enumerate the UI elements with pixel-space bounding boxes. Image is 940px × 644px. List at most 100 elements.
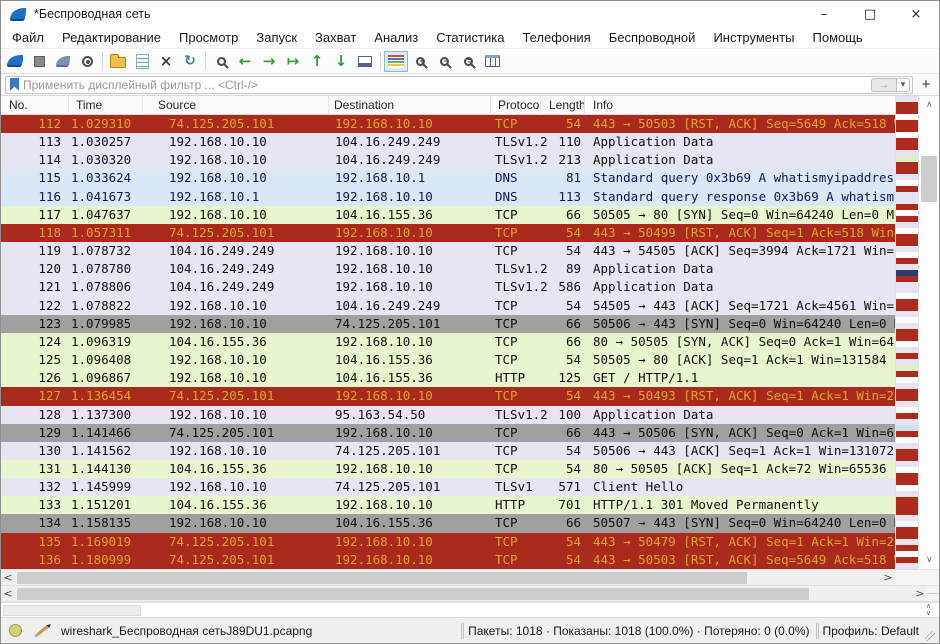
packet-row[interactable]: 1151.033624192.168.10.10192.168.10.1DNS8… bbox=[1, 169, 895, 187]
go-back-icon[interactable]: ← bbox=[233, 50, 257, 73]
vertical-scroll-thumb[interactable] bbox=[921, 156, 937, 202]
column-header-no[interactable]: No. bbox=[1, 96, 69, 114]
display-filter-input[interactable] bbox=[23, 78, 871, 92]
find-packet-icon[interactable] bbox=[209, 50, 233, 73]
packet-row[interactable]: 1331.151201104.16.155.36192.168.10.10HTT… bbox=[1, 496, 895, 514]
maximize-button[interactable]: □ bbox=[847, 1, 893, 27]
go-to-bottom-icon[interactable]: ↓ bbox=[329, 50, 353, 73]
scroll-right-icon[interactable]: > bbox=[913, 586, 927, 601]
menu-item-telephony[interactable]: Телефония bbox=[513, 30, 599, 45]
packet-row[interactable]: 1241.096319104.16.155.36192.168.10.10TCP… bbox=[1, 333, 895, 351]
stop-capture-icon[interactable] bbox=[27, 50, 51, 73]
packet-row[interactable]: 1261.096867192.168.10.10104.16.155.36HTT… bbox=[1, 369, 895, 387]
cell-len: 66 bbox=[541, 514, 585, 532]
close-file-icon[interactable]: × bbox=[154, 50, 178, 73]
profile-selector[interactable]: Профиль: Default bbox=[823, 624, 920, 638]
cell-proto: TCP bbox=[491, 442, 541, 460]
cell-no: 133 bbox=[1, 496, 69, 514]
menu-item-go[interactable]: Запуск bbox=[247, 30, 306, 45]
hscroll-thumb-2[interactable] bbox=[17, 588, 809, 600]
apply-filter-button[interactable]: → bbox=[871, 78, 897, 92]
packet-row[interactable]: 1131.030257192.168.10.10104.16.249.249TL… bbox=[1, 133, 895, 151]
add-filter-button[interactable]: + bbox=[917, 76, 935, 93]
scroll-down-icon[interactable]: ∨ bbox=[919, 553, 939, 567]
mini-down-icon[interactable]: ∨ bbox=[926, 610, 931, 617]
packet-row[interactable]: 1281.137300192.168.10.1095.163.54.50TLSv… bbox=[1, 406, 895, 424]
packet-row[interactable]: 1361.18099974.125.205.101192.168.10.10TC… bbox=[1, 551, 895, 569]
packet-row[interactable]: 1221.078822192.168.10.10104.16.249.249TC… bbox=[1, 297, 895, 315]
cell-info: 50506 → 443 [SYN] Seq=0 Win=64240 Len=0 … bbox=[585, 315, 895, 333]
column-header-destination[interactable]: Destination bbox=[329, 96, 491, 114]
resize-grip[interactable] bbox=[925, 631, 935, 641]
start-capture-icon[interactable] bbox=[3, 50, 27, 73]
packet-row[interactable]: 1251.096408192.168.10.10104.16.155.36TCP… bbox=[1, 351, 895, 369]
menu-item-help[interactable]: Помощь bbox=[804, 30, 872, 45]
menu-item-view[interactable]: Просмотр bbox=[170, 30, 247, 45]
zoom-out-icon[interactable] bbox=[432, 50, 456, 73]
filter-bookmark-icon[interactable] bbox=[10, 78, 19, 91]
packet-row[interactable]: 1231.079985192.168.10.1074.125.205.101TC… bbox=[1, 315, 895, 333]
cell-time: 1.079985 bbox=[69, 315, 143, 333]
packet-list-hscrollbar[interactable]: < > bbox=[1, 570, 895, 585]
packet-row[interactable]: 1311.144130104.16.155.36192.168.10.10TCP… bbox=[1, 460, 895, 478]
packet-minimap[interactable] bbox=[895, 96, 918, 569]
packet-row[interactable]: 1171.047637192.168.10.10104.16.155.36TCP… bbox=[1, 206, 895, 224]
save-file-icon[interactable] bbox=[130, 50, 154, 73]
packet-row[interactable]: 1301.141562192.168.10.1074.125.205.101TC… bbox=[1, 442, 895, 460]
go-to-packet-icon[interactable]: ↦ bbox=[281, 50, 305, 73]
collapsed-pane-scrollbar[interactable]: ∧ ∨ bbox=[1, 602, 939, 617]
go-forward-icon[interactable]: → bbox=[257, 50, 281, 73]
packet-row[interactable]: 1141.030320192.168.10.10104.16.249.249TL… bbox=[1, 151, 895, 169]
hscroll-thumb-3[interactable] bbox=[3, 605, 141, 616]
open-file-icon[interactable] bbox=[106, 50, 130, 73]
restart-capture-icon[interactable] bbox=[51, 50, 75, 73]
vertical-scrollbar[interactable]: ∧ ∨ bbox=[918, 96, 939, 569]
column-header-length[interactable]: Length bbox=[541, 96, 585, 114]
capture-comment-icon[interactable] bbox=[37, 625, 49, 636]
filter-dropdown-caret-icon[interactable]: ▾ bbox=[897, 78, 910, 92]
cell-proto: TCP bbox=[491, 460, 541, 478]
detail-pane-hscrollbar[interactable]: < > bbox=[1, 586, 927, 601]
column-header-info[interactable]: Info bbox=[585, 96, 895, 114]
packet-row[interactable]: 1321.145999192.168.10.1074.125.205.101TL… bbox=[1, 478, 895, 496]
mini-scroll-arrows[interactable]: ∧ ∨ bbox=[926, 603, 931, 617]
menu-item-capture[interactable]: Захват bbox=[306, 30, 365, 45]
packet-row[interactable]: 1341.158135192.168.10.10104.16.155.36TCP… bbox=[1, 514, 895, 532]
zoom-in-icon[interactable] bbox=[408, 50, 432, 73]
menu-item-edit[interactable]: Редактирование bbox=[53, 30, 170, 45]
scroll-left-icon[interactable]: < bbox=[1, 570, 15, 585]
close-button[interactable]: × bbox=[893, 1, 939, 27]
auto-scroll-icon[interactable] bbox=[353, 50, 377, 73]
expert-info-icon[interactable] bbox=[9, 624, 22, 637]
menu-item-analyze[interactable]: Анализ bbox=[365, 30, 427, 45]
packet-row[interactable]: 1181.05731174.125.205.101192.168.10.10TC… bbox=[1, 224, 895, 242]
packet-row[interactable]: 1211.078806104.16.249.249192.168.10.10TL… bbox=[1, 278, 895, 296]
menu-item-file[interactable]: Файл bbox=[3, 30, 53, 45]
packet-row[interactable]: 1291.14146674.125.205.101192.168.10.10TC… bbox=[1, 424, 895, 442]
go-to-top-icon[interactable]: ↑ bbox=[305, 50, 329, 73]
colorize-icon[interactable] bbox=[384, 50, 408, 73]
column-header-time[interactable]: Time bbox=[69, 96, 143, 114]
menu-item-wireless[interactable]: Беспроводной bbox=[600, 30, 705, 45]
packet-row[interactable]: 1191.078732104.16.249.249192.168.10.10TC… bbox=[1, 242, 895, 260]
packet-row[interactable]: 1271.13645474.125.205.101192.168.10.10TC… bbox=[1, 387, 895, 405]
packet-row[interactable]: 1121.02931074.125.205.101192.168.10.10TC… bbox=[1, 115, 895, 133]
zoom-original-icon[interactable] bbox=[456, 50, 480, 73]
column-header-protocol[interactable]: Protocol bbox=[491, 96, 541, 114]
packet-row[interactable]: 1161.041673192.168.10.1192.168.10.10DNS1… bbox=[1, 188, 895, 206]
packet-row[interactable]: 1201.078780104.16.249.249192.168.10.10TL… bbox=[1, 260, 895, 278]
reload-file-icon[interactable]: ↻ bbox=[178, 50, 202, 73]
scroll-right-icon[interactable]: > bbox=[881, 570, 895, 585]
menu-item-tools[interactable]: Инструменты bbox=[704, 30, 803, 45]
minimize-button[interactable]: – bbox=[801, 1, 847, 27]
capture-options-icon[interactable] bbox=[75, 50, 99, 73]
menu-item-statistics[interactable]: Статистика bbox=[427, 30, 513, 45]
hscroll-thumb-1[interactable] bbox=[17, 572, 747, 584]
display-filter-field[interactable]: → ▾ bbox=[5, 76, 913, 94]
scroll-up-icon[interactable]: ∧ bbox=[919, 98, 939, 112]
resize-columns-icon[interactable] bbox=[480, 50, 504, 73]
filter-bar: → ▾ + bbox=[1, 74, 939, 96]
scroll-left-icon[interactable]: < bbox=[1, 586, 15, 601]
packet-row[interactable]: 1351.16901974.125.205.101192.168.10.10TC… bbox=[1, 533, 895, 551]
column-header-source[interactable]: Source bbox=[143, 96, 329, 114]
